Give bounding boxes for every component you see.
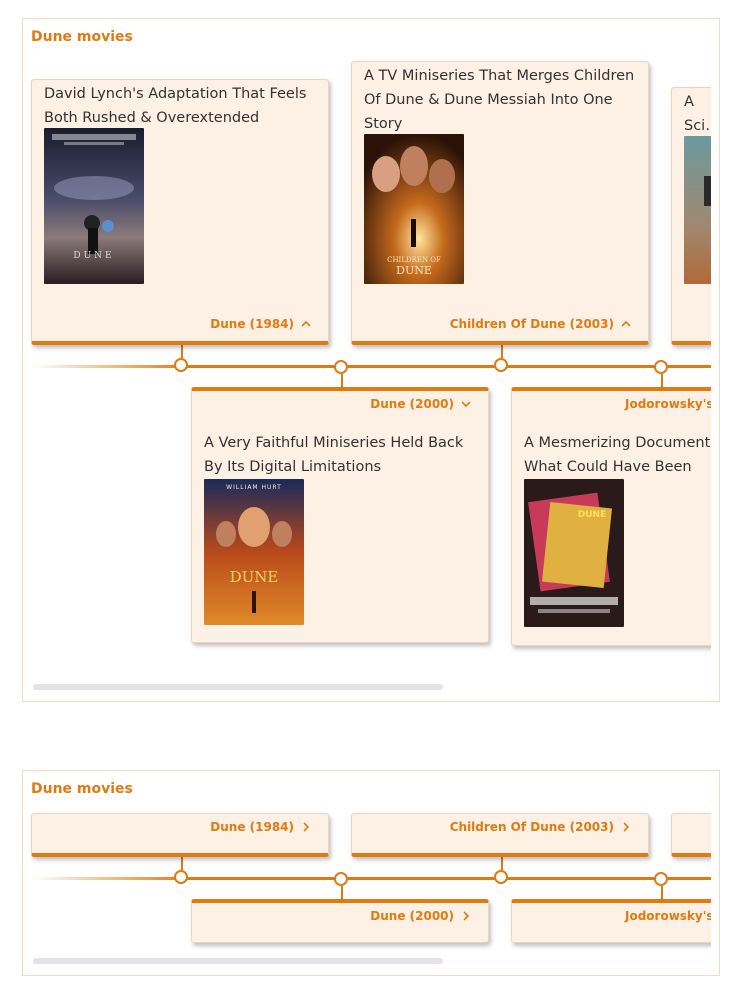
card-description: A Mesmerizing Documenta What Could Have … bbox=[524, 435, 711, 475]
card-description: A Very Faithful Miniseries Held Back By … bbox=[204, 435, 464, 475]
movie-poster: CHILDREN OF DUNE bbox=[364, 134, 464, 284]
timeline-marker[interactable] bbox=[174, 358, 188, 372]
panel-title: Dune movies bbox=[31, 29, 133, 45]
movie-poster: DUNE bbox=[44, 128, 144, 284]
chevron-down-icon bbox=[461, 401, 471, 408]
svg-text:CHILDREN OF: CHILDREN OF bbox=[387, 256, 441, 264]
timeline-connector bbox=[341, 886, 343, 900]
chevron-right-icon bbox=[463, 911, 470, 921]
timeline-card[interactable]: Dune (2000) A Very Faithful Miniseries H… bbox=[191, 387, 489, 643]
card-title: Dune (2000) bbox=[370, 909, 454, 923]
card-title-button[interactable]: Dune (1984) bbox=[210, 317, 312, 331]
svg-text:WILLIAM HURT: WILLIAM HURT bbox=[226, 484, 282, 491]
svg-text:DUNE: DUNE bbox=[578, 510, 606, 520]
timeline-marker[interactable] bbox=[494, 870, 508, 884]
timeline-axis-fade bbox=[31, 365, 191, 368]
panel-title: Dune movies bbox=[31, 781, 133, 797]
card-title-button[interactable]: Children Of Dune (2003) bbox=[450, 317, 632, 331]
card-title-button[interactable]: Dune (2000) bbox=[370, 909, 472, 923]
timeline-marker[interactable] bbox=[334, 872, 348, 886]
timeline-card[interactable]: Dune (1984) bbox=[31, 813, 329, 857]
chevron-right-icon bbox=[303, 822, 310, 832]
timeline-card[interactable]: Dune (2000) bbox=[191, 899, 489, 943]
card-title-button[interactable]: Dune (1984) bbox=[210, 820, 312, 834]
chevron-up-icon bbox=[621, 320, 631, 327]
card-title: Dune (1984) bbox=[210, 820, 294, 834]
timeline-marker[interactable] bbox=[494, 358, 508, 372]
card-title-button[interactable]: Jodorowsky's D bbox=[625, 397, 711, 411]
svg-text:DUNE: DUNE bbox=[396, 264, 432, 277]
movie-poster bbox=[684, 136, 711, 284]
svg-text:DUNE: DUNE bbox=[230, 568, 279, 586]
timeline-connector bbox=[341, 374, 343, 388]
timeline-viewport[interactable]: Dune (1984) Children Of Dune (2003) Dune… bbox=[31, 811, 711, 951]
timeline-marker[interactable] bbox=[174, 870, 188, 884]
timeline-axis bbox=[181, 877, 711, 880]
timeline-marker[interactable] bbox=[654, 872, 668, 886]
card-title-button[interactable]: Children Of Dune (2003) bbox=[450, 820, 632, 834]
timeline-card[interactable]: A Sci… Of T… bbox=[671, 87, 711, 345]
timeline-card[interactable]: David Lynch's Adaptation That Feels Both… bbox=[31, 79, 329, 345]
card-title-button[interactable]: Jodorowsky's D bbox=[625, 909, 711, 923]
movie-poster: WILLIAM HURT DUNE bbox=[204, 479, 304, 625]
chevron-right-icon bbox=[623, 822, 630, 832]
timeline-connector bbox=[661, 374, 663, 388]
card-title: Children Of Dune (2003) bbox=[449, 317, 614, 331]
timeline-panel-expanded: Dune movies David Lynch's Adaptation Tha… bbox=[22, 18, 720, 702]
timeline-panel-collapsed: Dune movies Dune (1984) Children Of Dune… bbox=[22, 770, 720, 976]
svg-text:DUNE: DUNE bbox=[73, 251, 114, 261]
timeline-axis-fade bbox=[31, 877, 191, 880]
timeline-viewport[interactable]: David Lynch's Adaptation That Feels Both… bbox=[31, 59, 711, 679]
card-title: Jodorowsky's D bbox=[625, 909, 711, 923]
horizontal-scrollbar[interactable] bbox=[33, 684, 443, 690]
card-description: A TV Miniseries That Merges Children Of … bbox=[364, 68, 635, 132]
timeline-card[interactable] bbox=[671, 813, 711, 857]
card-description: David Lynch's Adaptation That Feels Both… bbox=[44, 86, 307, 126]
timeline-marker[interactable] bbox=[654, 360, 668, 374]
card-title: Dune (2000) bbox=[370, 397, 454, 411]
timeline-marker[interactable] bbox=[334, 360, 348, 374]
timeline-card[interactable]: Jodorowsky's D A Mesmerizing Documenta W… bbox=[511, 387, 711, 646]
card-title: Jodorowsky's D bbox=[625, 397, 711, 411]
timeline-card[interactable]: Children Of Dune (2003) bbox=[351, 813, 649, 857]
timeline-card[interactable]: Jodorowsky's D bbox=[511, 899, 711, 943]
timeline-axis bbox=[181, 365, 711, 368]
movie-poster: DUNE bbox=[524, 479, 624, 627]
card-title-button[interactable]: Dune (2000) bbox=[370, 397, 472, 411]
card-title: Children Of Dune (2003) bbox=[449, 820, 614, 834]
horizontal-scrollbar[interactable] bbox=[33, 958, 443, 964]
timeline-connector bbox=[661, 886, 663, 900]
timeline-card[interactable]: A TV Miniseries That Merges Children Of … bbox=[351, 61, 649, 345]
card-title: Dune (1984) bbox=[210, 317, 294, 331]
chevron-up-icon bbox=[301, 320, 311, 327]
